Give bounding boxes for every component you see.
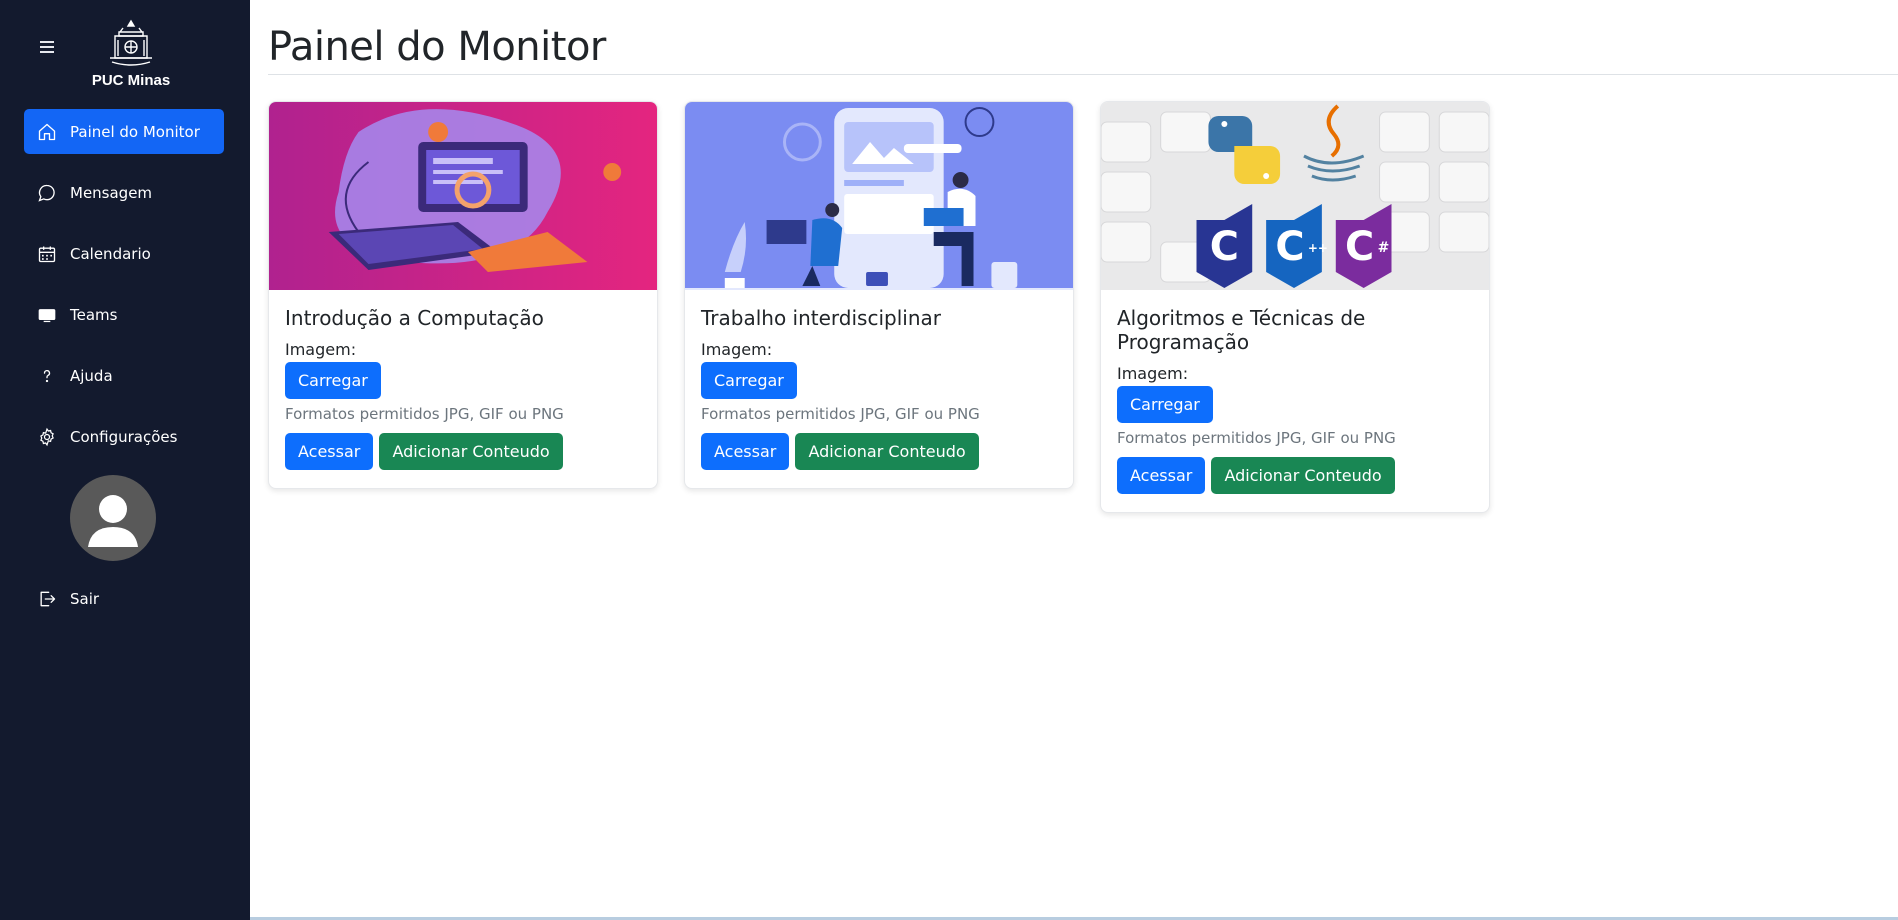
title-divider — [268, 74, 1898, 75]
logout-button[interactable]: Sair — [24, 576, 224, 621]
sidebar-item-label: Painel do Monitor — [70, 122, 200, 141]
logout-icon — [36, 588, 58, 610]
avatar[interactable] — [70, 475, 156, 561]
add-content-button[interactable]: Adicionar Conteudo — [379, 433, 563, 470]
image-label: Imagem: — [701, 340, 773, 359]
logo-text: PUC Minas — [91, 72, 171, 89]
add-content-button[interactable]: Adicionar Conteudo — [1211, 457, 1395, 494]
image-label: Imagem: — [1117, 364, 1189, 383]
upload-button[interactable]: Carregar — [1117, 386, 1213, 423]
card-title: Algoritmos e Técnicas de Programação — [1117, 306, 1366, 354]
svg-text:++: ++ — [1308, 241, 1328, 255]
sidebar-item-calendario[interactable]: Calendario — [24, 231, 224, 276]
add-content-button[interactable]: Adicionar Conteudo — [795, 433, 979, 470]
svg-text:C: C — [1210, 224, 1239, 270]
formats-hint: Formatos permitidos JPG, GIF ou PNG — [1117, 429, 1396, 447]
calendar-icon — [36, 243, 58, 265]
image-label: Imagem: — [285, 340, 357, 359]
svg-text:C: C — [1275, 224, 1304, 270]
monitor-icon — [36, 304, 58, 326]
page-title: Painel do Monitor — [268, 24, 606, 70]
upload-button[interactable]: Carregar — [701, 362, 797, 399]
course-card: C C ++ C # Algoritmos e Técnicas de Prog… — [1100, 101, 1490, 513]
svg-text:#: # — [1378, 240, 1390, 256]
card-actions: Acessar Adicionar Conteudo — [1117, 457, 1473, 494]
course-card: Trabalho interdisciplinar Imagem: Carreg… — [684, 101, 1074, 489]
access-button[interactable]: Acessar — [1117, 457, 1206, 494]
university-crest-icon — [110, 19, 152, 66]
access-button[interactable]: Acessar — [285, 433, 374, 470]
sidebar-nav: Painel do Monitor Mensagem Calendario Te… — [24, 109, 224, 475]
access-button[interactable]: Acessar — [701, 433, 790, 470]
sidebar-item-painel-do-monitor[interactable]: Painel do Monitor — [24, 109, 224, 154]
svg-text:C: C — [1345, 224, 1374, 270]
card-actions: Acessar Adicionar Conteudo — [701, 433, 1057, 470]
user-silhouette-icon — [88, 495, 138, 547]
sidebar-item-label: Ajuda — [70, 366, 113, 385]
formats-hint: Formatos permitidos JPG, GIF ou PNG — [701, 405, 980, 423]
app: PUC Minas Painel do Monitor Mensagem Cal… — [0, 0, 1898, 920]
menu-toggle-icon[interactable] — [36, 38, 58, 60]
upload-button[interactable]: Carregar — [285, 362, 381, 399]
formats-hint: Formatos permitidos JPG, GIF ou PNG — [285, 405, 564, 423]
sidebar: PUC Minas Painel do Monitor Mensagem Cal… — [0, 0, 250, 920]
card-title: Introdução a Computação — [285, 306, 544, 330]
course-image — [685, 102, 1073, 290]
chat-icon — [36, 182, 58, 204]
sidebar-item-teams[interactable]: Teams — [24, 292, 224, 337]
sidebar-item-configuracoes[interactable]: Configurações — [24, 414, 224, 459]
gear-icon — [36, 426, 58, 448]
logout-label: Sair — [70, 589, 100, 608]
sidebar-item-label: Calendario — [70, 244, 151, 263]
sidebar-item-mensagem[interactable]: Mensagem — [24, 170, 224, 215]
sidebar-item-label: Configurações — [70, 427, 178, 446]
course-image: C C ++ C # — [1101, 102, 1489, 290]
course-card: Introdução a Computação Imagem: Carregar… — [268, 101, 658, 489]
sidebar-item-label: Teams — [70, 305, 118, 324]
logo: PUC Minas — [88, 18, 174, 89]
home-icon — [36, 121, 58, 143]
main-content: Painel do Monitor Introdução a Computaçã… — [250, 0, 1898, 920]
sidebar-item-label: Mensagem — [70, 183, 153, 202]
sidebar-item-ajuda[interactable]: Ajuda — [24, 353, 224, 398]
help-icon — [36, 365, 58, 387]
card-title: Trabalho interdisciplinar — [701, 306, 941, 330]
card-actions: Acessar Adicionar Conteudo — [285, 433, 641, 470]
logout-area: Sair — [24, 576, 224, 637]
course-image — [269, 102, 657, 290]
